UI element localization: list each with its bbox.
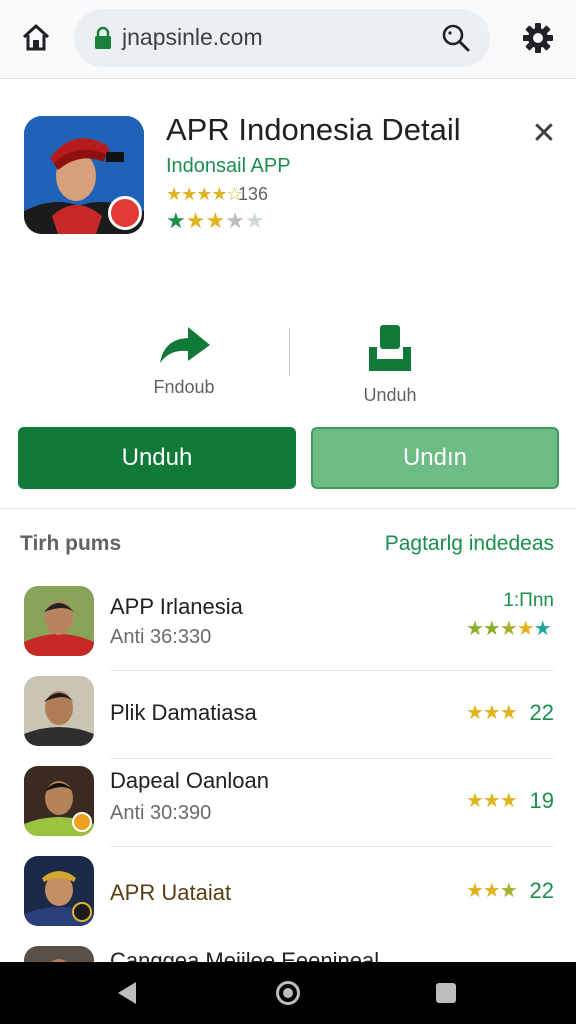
home-icon[interactable] — [20, 22, 52, 54]
close-icon[interactable]: ✕ — [528, 118, 560, 150]
section-link[interactable]: Pagtarlg indedeas — [385, 532, 554, 556]
section-title: Tirh pums — [20, 532, 122, 555]
list-item[interactable]: APP Irlanesia Anti 36:330 1:Πnn ★★★★★ — [0, 586, 576, 674]
share-icon — [160, 327, 210, 363]
secondary-button[interactable]: Undın — [311, 427, 559, 489]
lock-icon — [95, 26, 111, 49]
share-action[interactable]: Fndoub — [114, 325, 254, 398]
item-stars: ★★★ — [466, 880, 518, 902]
rating-stars-small: ★★★★☆ — [166, 184, 243, 204]
divider — [0, 508, 576, 509]
list-item[interactable]: Plik Damatiasa ★★★ 22 — [0, 676, 576, 764]
item-subtitle: Anti 30:390 — [110, 802, 212, 824]
list-item[interactable]: Dapeal Oanloan Anti 30:390 ★★★ 19 — [0, 766, 576, 854]
system-nav-bar — [0, 962, 576, 1024]
avatar — [24, 586, 94, 656]
back-icon[interactable] — [118, 982, 136, 1004]
avatar — [24, 946, 94, 962]
item-name: APP Irlanesia — [110, 594, 243, 619]
divider — [110, 758, 554, 759]
rating-count: 136 — [238, 184, 269, 204]
item-name: Plik Damatiasa — [110, 700, 257, 725]
download-label: Unduh — [363, 385, 417, 405]
divider — [110, 670, 554, 671]
item-stars: ★★★ — [466, 702, 518, 724]
item-name: APR Uataiat — [110, 880, 232, 905]
item-value: 22 — [529, 700, 554, 725]
list-item[interactable]: APR Uataiat ★★★ 22 — [0, 856, 576, 944]
app-badge-icon — [108, 196, 142, 230]
developer-link[interactable]: Indonsail APP — [166, 155, 291, 178]
divider — [110, 846, 554, 847]
item-value: 19 — [529, 788, 554, 813]
item-stars: ★★★ — [466, 790, 518, 812]
home-button-icon[interactable] — [276, 981, 300, 1005]
list-item[interactable]: Canggea Meiilee Eeenineal — [0, 944, 576, 962]
item-subtitle: Anti 36:330 — [110, 626, 212, 648]
recent-apps-icon[interactable] — [436, 983, 456, 1003]
item-stars: ★★★★★ — [466, 618, 552, 640]
item-name: Canggea Meiilee Eeenineal — [110, 948, 380, 962]
item-name: Dapeal Oanloan — [110, 768, 270, 793]
url-text: jnapsinle.com — [122, 24, 263, 50]
download-icon — [369, 325, 411, 371]
divider — [289, 328, 290, 376]
rating-stars: ★★★★★ — [166, 208, 265, 233]
gear-icon[interactable] — [520, 20, 556, 56]
app-title: APR Indonesia Detail — [166, 112, 461, 147]
avatar — [24, 766, 94, 836]
search-icon[interactable] — [440, 22, 472, 54]
share-label: Fndoub — [153, 377, 215, 397]
browser-toolbar: jnapsinle.com — [0, 0, 576, 79]
install-button[interactable]: Unduh — [18, 427, 296, 489]
avatar — [24, 676, 94, 746]
item-value: 22 — [529, 878, 554, 903]
address-bar[interactable]: jnapsinle.com — [74, 9, 490, 67]
avatar — [24, 856, 94, 926]
item-value: 1:Πnn — [503, 590, 554, 611]
download-action[interactable]: Unduh — [320, 325, 460, 406]
